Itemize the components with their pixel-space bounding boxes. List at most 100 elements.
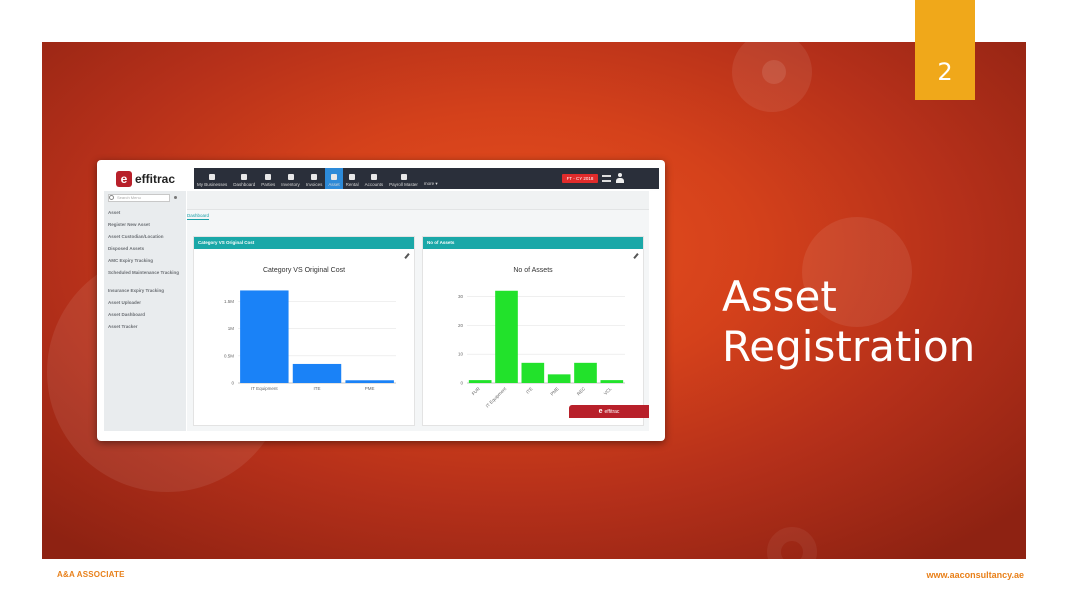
bar xyxy=(547,374,571,383)
user-icon[interactable] xyxy=(616,173,624,183)
tab-dashboard[interactable]: Dashboard xyxy=(187,213,210,220)
nav-item-parties[interactable]: Parties xyxy=(258,168,278,189)
sidebar-item[interactable]: Disposed Assets xyxy=(108,246,184,251)
user-icon xyxy=(400,174,407,180)
logo-mark-icon: e xyxy=(116,171,132,187)
nav-label: My Businesses xyxy=(197,182,228,187)
bar xyxy=(292,363,342,383)
main-content: Dashboard Category VS Original Cost Cate… xyxy=(187,191,649,431)
y-tick-label: 0 xyxy=(231,381,234,386)
logo-text: effitrac xyxy=(135,172,176,186)
bar xyxy=(600,380,624,383)
y-tick-label: 30 xyxy=(458,294,464,299)
sidebar-item[interactable]: Asset Uploader xyxy=(108,300,184,305)
y-tick-label: 0 xyxy=(460,381,463,386)
nav-item-inventory[interactable]: Inventory xyxy=(278,168,303,189)
rental-icon xyxy=(349,174,356,180)
bar xyxy=(240,290,289,383)
menu-icon[interactable] xyxy=(602,175,611,182)
x-tick-label: PME xyxy=(549,386,559,396)
x-tick-label: FUR xyxy=(471,386,482,397)
y-tick-label: 1M xyxy=(228,326,235,331)
sidebar-item: Asset xyxy=(108,210,121,215)
y-tick-label: 0.5M xyxy=(224,353,234,358)
panel-no-of-assets: No of Assets No of Assets 0 10 20 30 FUR IT E… xyxy=(422,236,644,426)
slide-title-line2: Registration xyxy=(722,322,976,371)
nav-label: Asset xyxy=(328,182,340,187)
chart-title: No of Assets xyxy=(513,267,553,274)
panel-category-cost: Category VS Original Cost Category VS Or… xyxy=(193,236,415,426)
nav-label: Payroll Master xyxy=(389,182,418,187)
people-icon xyxy=(265,174,272,180)
edit-icon[interactable] xyxy=(404,253,410,259)
nav-item-asset[interactable]: Asset xyxy=(325,168,343,189)
x-tick-label: ITE xyxy=(525,386,533,394)
nav-label: more ▾ xyxy=(423,181,438,186)
x-tick-label: REC xyxy=(576,386,587,397)
x-tick-label: VCL xyxy=(603,386,613,396)
sidebar-item[interactable]: AMC Expiry Tracking xyxy=(108,258,184,263)
collapse-icon[interactable] xyxy=(174,196,177,199)
nav-item-dashboard[interactable]: Dashboard xyxy=(230,168,258,189)
bar xyxy=(495,290,518,383)
sidebar: Search Menu Asset Register New Asset Asset… xyxy=(104,191,186,431)
y-tick-label: 1.5M xyxy=(224,299,234,304)
nav-item-my-businesses[interactable]: My Businesses xyxy=(194,168,230,189)
bar xyxy=(521,362,545,383)
chart-title: Category VS Original Cost xyxy=(262,267,346,274)
fiscal-year-badge[interactable]: FT - CY 2018 xyxy=(562,174,598,183)
sidebar-item[interactable]: Asset Custodian/Location xyxy=(108,234,184,239)
nav-item-accounts[interactable]: Accounts xyxy=(362,168,387,189)
slide-number: 2 xyxy=(937,58,953,86)
nav-label: Inventory xyxy=(281,182,300,187)
search-input[interactable]: Search Menu xyxy=(108,194,170,202)
nav-item-payroll-master[interactable]: Payroll Master xyxy=(386,168,421,189)
sidebar-item[interactable]: Register New Asset xyxy=(108,222,184,227)
nav-label: Rental xyxy=(345,182,359,187)
x-tick-label: IT Equipment xyxy=(251,386,278,391)
bokeh-decoration xyxy=(767,527,817,559)
bar xyxy=(468,380,492,383)
footer-logo-text: effitrac xyxy=(604,408,620,415)
briefcase-icon xyxy=(209,174,216,180)
search-icon xyxy=(109,195,114,200)
dashboard-icon xyxy=(241,174,248,180)
x-tick-label: PME xyxy=(365,386,375,391)
sub-toolbar xyxy=(187,191,649,210)
asset-icon xyxy=(330,174,337,180)
app-header: e effitrac My Businesses Dashboard Parties… xyxy=(104,168,659,190)
nav-label: Accounts xyxy=(364,182,384,187)
accounts-icon xyxy=(370,174,377,180)
x-tick-label: ITE xyxy=(313,386,320,391)
y-tick-label: 20 xyxy=(458,323,464,328)
nav-item-rental[interactable]: Rental xyxy=(343,168,362,189)
footer-company: A&A ASSOCIATE xyxy=(57,570,125,579)
sidebar-item[interactable]: Scheduled Maintenance Tracking xyxy=(108,270,184,275)
panel-header: No of Assets xyxy=(423,237,643,249)
slide-number-box: 2 xyxy=(915,0,975,100)
app-screenshot: e effitrac My Businesses Dashboard Parties… xyxy=(97,160,665,441)
nav-item-invoices[interactable]: Invoices xyxy=(303,168,326,189)
nav-label: Invoices xyxy=(305,182,323,187)
chart-category-cost: 0 0.5M 1M 1.5M IT Equipment ITE PME xyxy=(224,290,396,391)
inventory-icon xyxy=(287,174,294,180)
bar xyxy=(574,362,597,383)
slide-title: Asset Registration xyxy=(722,272,1012,372)
slide-title-line1: Asset xyxy=(722,272,837,321)
footer-website[interactable]: www.aaconsultancy.ae xyxy=(926,570,1024,580)
nav-label: Parties xyxy=(261,182,276,187)
nav-item-more[interactable]: more ▾ xyxy=(421,168,441,189)
y-tick-label: 10 xyxy=(458,352,464,357)
bokeh-decoration xyxy=(762,60,786,84)
bar xyxy=(345,380,394,383)
sidebar-item[interactable]: Asset Dashboard xyxy=(108,312,184,317)
panel-header: Category VS Original Cost xyxy=(194,237,414,249)
app-logo[interactable]: e effitrac xyxy=(116,171,175,187)
logo-mark-icon: e xyxy=(598,408,603,415)
x-tick-label: IT Equipment xyxy=(485,386,508,409)
slide: 2 Asset Registration A&A ASSOCIATE www.a… xyxy=(0,0,1068,600)
sidebar-item[interactable]: Insurance Expiry Tracking xyxy=(108,288,184,293)
sidebar-item[interactable]: Asset Tracker xyxy=(108,324,184,329)
edit-icon[interactable] xyxy=(633,253,639,259)
invoice-icon xyxy=(311,174,318,180)
